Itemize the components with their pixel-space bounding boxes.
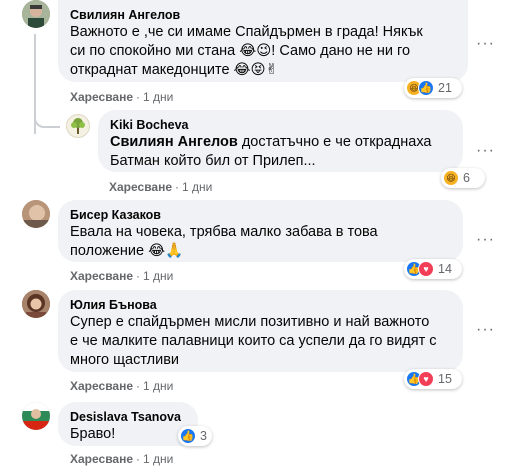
comment-actions: Харесване · 1 дни (70, 379, 174, 393)
reactions-summary[interactable]: 👍 3 (178, 426, 212, 446)
love-icon: ♥ (418, 371, 434, 387)
like-button[interactable]: Харесване (109, 180, 172, 194)
reactions-summary[interactable]: 👍 ♥ 15 (404, 369, 462, 389)
comment-bubble: Юлия Бънова Супер е спайдърмен мисли поз… (58, 290, 463, 372)
comment-text-line: си по спокойно ми стана 😂😉! Само дано не… (70, 43, 411, 59)
comment-actions: Харесване · 1 дни (70, 90, 174, 104)
reactions-summary[interactable]: 👍 ♥ 14 (404, 259, 462, 279)
comment-actions: Харесване · 1 дни (70, 269, 174, 283)
like-button[interactable]: Харесване (70, 379, 133, 393)
avatar[interactable] (22, 402, 50, 430)
comment-time[interactable]: 1 дни (143, 269, 173, 283)
like-button[interactable]: Харесване (70, 90, 133, 104)
haha-icon: 😆 (443, 170, 459, 186)
comment-text-line: Евала на човека, трябва малко забава в т… (70, 224, 378, 240)
love-icon: ♥ (418, 261, 434, 277)
more-options-icon[interactable]: ··· (476, 143, 495, 159)
comment-actions: Харесване · 1 дни (109, 180, 213, 194)
like-icon: 👍 (418, 80, 434, 96)
comment-time[interactable]: 1 дни (182, 180, 212, 194)
comment-text-line: Свилиян Ангелов достатъчно е че открадна… (110, 134, 432, 150)
comment-text-line: Браво! (70, 426, 116, 442)
avatar[interactable] (22, 0, 50, 28)
like-button[interactable]: Харесване (70, 269, 133, 283)
comment-author[interactable]: Свилиян Ангелов (70, 7, 456, 23)
comment-author[interactable]: Desislava Tsanova (70, 409, 186, 425)
comment-text-line: много щастливи (70, 352, 180, 368)
reactions-summary[interactable]: 😆 👍 21 (404, 78, 462, 98)
reply-bubble: Kiki Bocheva Свилиян Ангелов достатъчно … (98, 110, 463, 172)
reaction-count: 3 (200, 429, 207, 443)
reaction-count: 15 (438, 372, 452, 386)
comment-time[interactable]: 1 дни (143, 90, 173, 104)
comment-text-line: Батман който бил от Прилеп... (110, 153, 316, 169)
comment-bubble: Бисер Казаков Евала на човека, трябва ма… (58, 200, 463, 262)
comment-time[interactable]: 1 дни (143, 452, 173, 466)
thread-connector (34, 100, 60, 128)
comment-text-line: положение 😂🙏 (70, 243, 184, 259)
avatar[interactable] (22, 200, 50, 228)
reaction-count: 6 (463, 171, 470, 185)
comment-author[interactable]: Kiki Bocheva (110, 117, 451, 133)
comment-bubble: Desislava Tsanova Браво! (58, 402, 198, 446)
comment-text-line: Важното е ,че си имаме Спайдърмен в град… (70, 24, 423, 40)
comment-bubble: Свилиян Ангелов Важното е ,че си имаме С… (58, 0, 468, 82)
reactions-summary[interactable]: 😆 6 (441, 168, 485, 188)
like-icon: 👍 (180, 428, 196, 444)
more-options-icon[interactable]: ··· (476, 322, 495, 338)
reaction-count: 21 (438, 81, 452, 95)
comment-text-line: откраднат македонците 😂😝✌ (70, 62, 278, 78)
more-options-icon[interactable]: ··· (476, 36, 495, 52)
avatar[interactable] (66, 114, 90, 138)
comment-author[interactable]: Юлия Бънова (70, 297, 451, 313)
more-options-icon[interactable]: ··· (476, 232, 495, 248)
comment-time[interactable]: 1 дни (143, 379, 173, 393)
mention-link[interactable]: Свилиян Ангелов (110, 134, 238, 150)
avatar[interactable] (22, 290, 50, 318)
comment-author[interactable]: Бисер Казаков (70, 207, 451, 223)
like-button[interactable]: Харесване (70, 452, 133, 466)
comment-text-line: е че малките палавници които са успели д… (70, 333, 437, 349)
comment-actions: Харесване · 1 дни (70, 452, 174, 466)
reaction-count: 14 (438, 262, 452, 276)
comment-text-line: Супер е спайдърмен мисли позитивно и най… (70, 314, 430, 330)
